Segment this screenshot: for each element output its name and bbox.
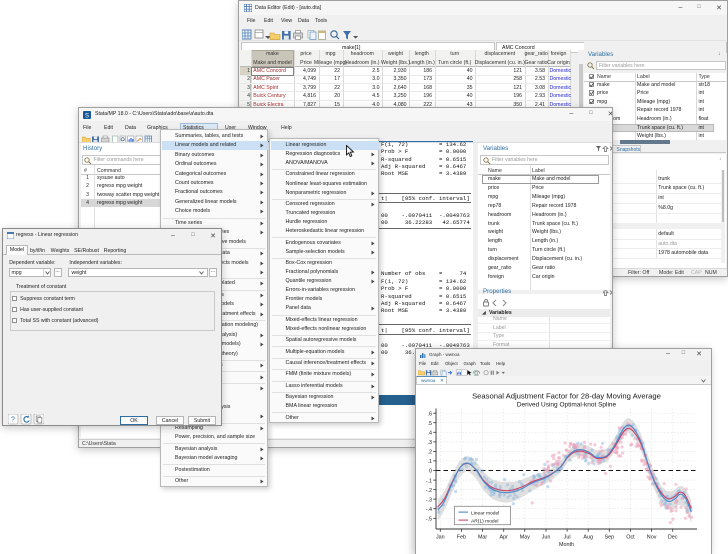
svg-text:S: S xyxy=(85,113,89,119)
svg-text:.2: .2 xyxy=(428,449,433,455)
svg-text:.6: .6 xyxy=(428,411,433,417)
svg-text:Jun: Jun xyxy=(542,534,551,540)
svg-text:-.2: -.2 xyxy=(426,487,432,493)
svg-text:Jul: Jul xyxy=(564,534,571,540)
svg-text:.3: .3 xyxy=(428,440,433,446)
svg-text:-.3: -.3 xyxy=(426,497,432,503)
svg-text:Month: Month xyxy=(559,542,574,548)
svg-text:May: May xyxy=(520,534,530,540)
svg-text:Mar: Mar xyxy=(478,534,487,540)
svg-text:Dec: Dec xyxy=(668,534,678,540)
svg-text:-.4: -.4 xyxy=(426,506,432,512)
svg-text:Feb: Feb xyxy=(457,534,466,540)
svg-text:0: 0 xyxy=(429,468,432,474)
svg-text:.5: .5 xyxy=(428,420,433,426)
svg-text:Oct: Oct xyxy=(626,534,635,540)
svg-text:.1: .1 xyxy=(428,459,433,465)
svg-text:?: ? xyxy=(11,417,15,424)
svg-text:Derived Using Optimal-knot Spl: Derived Using Optimal-knot Spline xyxy=(517,401,617,408)
svg-text:Sep: Sep xyxy=(605,534,615,540)
svg-text:Seasonal Adjustment Factor for: Seasonal Adjustment Factor for 28-day Mo… xyxy=(472,391,661,400)
svg-text:-.5: -.5 xyxy=(426,516,432,522)
svg-text:Linear model: Linear model xyxy=(471,510,499,516)
svg-text:Jan: Jan xyxy=(436,534,445,540)
svg-text:Aug: Aug xyxy=(583,534,593,540)
svg-text:Apr: Apr xyxy=(500,534,509,540)
svg-text:Nov: Nov xyxy=(647,534,657,540)
svg-text:.4: .4 xyxy=(428,430,433,436)
svg-text:AR(1) model: AR(1) model xyxy=(471,518,498,524)
svg-text:-.1: -.1 xyxy=(426,478,432,484)
